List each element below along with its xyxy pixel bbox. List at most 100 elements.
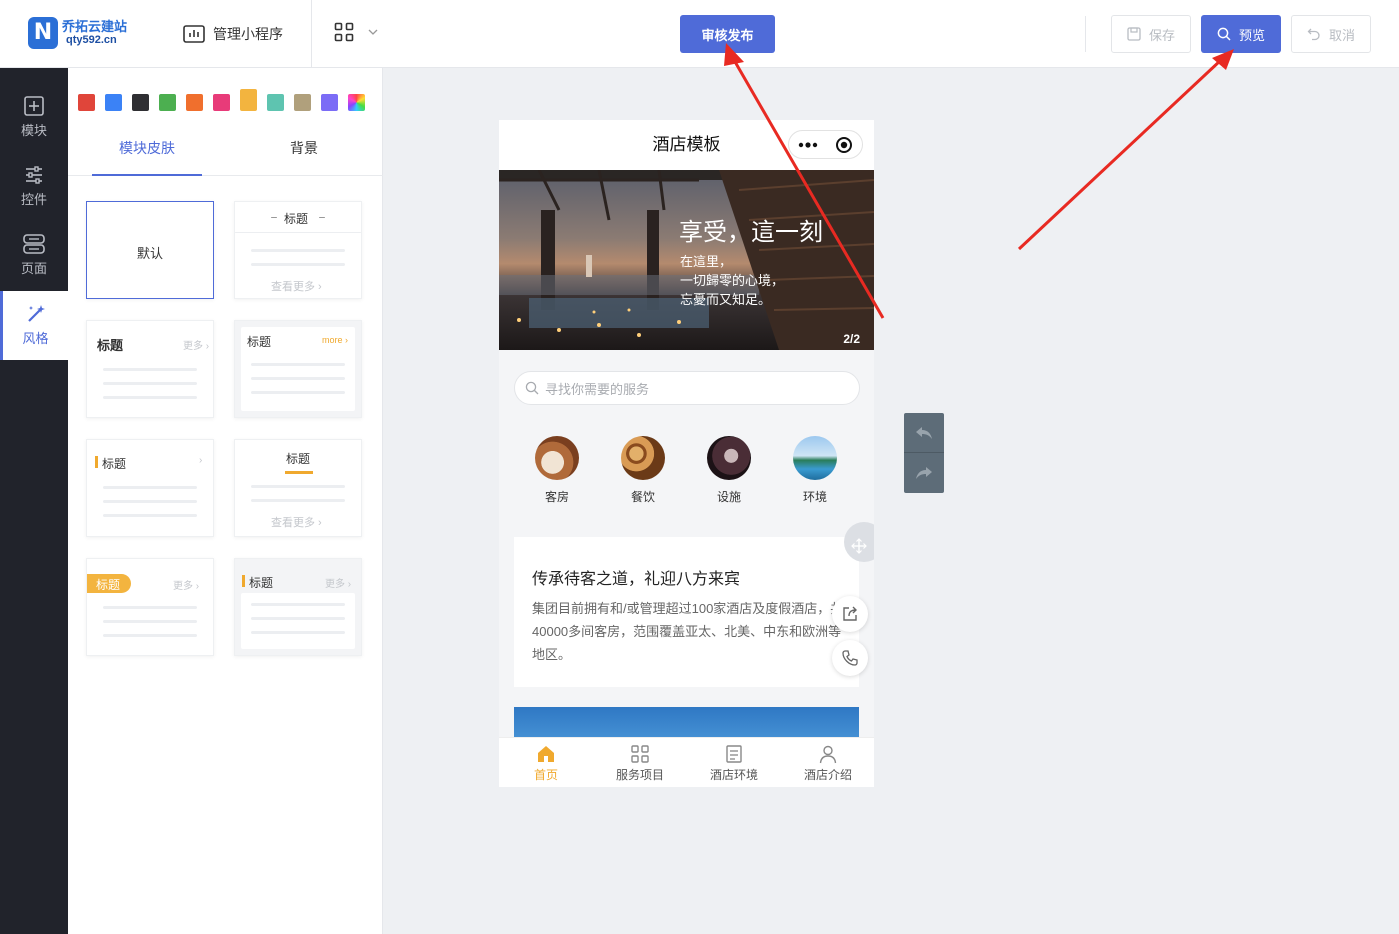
- skin-card-underline[interactable]: 标题 查看更多 ›: [234, 439, 362, 537]
- placeholder-line: [103, 368, 197, 371]
- arrow-to-preview: [1017, 49, 1234, 251]
- tab-background[interactable]: 背景: [249, 130, 359, 176]
- document-icon: [726, 745, 742, 763]
- swatch-black[interactable]: [132, 94, 149, 111]
- skin-more: 更多 ›: [183, 341, 210, 352]
- share-button[interactable]: [832, 596, 868, 632]
- swatch-custom-color[interactable]: [348, 94, 365, 111]
- swatch-purple[interactable]: [321, 94, 338, 111]
- swatch-pink[interactable]: [213, 94, 230, 111]
- skin-title: 标题: [97, 338, 124, 353]
- save-button[interactable]: 保存: [1111, 15, 1191, 53]
- skin-card-gray-header[interactable]: 标题 更多 ›: [234, 558, 362, 656]
- placeholder-line: [103, 606, 197, 609]
- tabbar-environment[interactable]: 酒店环境: [687, 744, 781, 783]
- close-target-icon: [836, 136, 853, 153]
- service-search-input[interactable]: 寻找你需要的服务: [514, 371, 860, 405]
- manage-miniprogram-button[interactable]: 管理小程序: [183, 22, 283, 46]
- submit-publish-button[interactable]: 审核发布: [680, 15, 775, 53]
- category-nav: 客房 餐饮 设施 环境: [499, 416, 874, 520]
- nav-label: 模块: [20, 123, 47, 138]
- facilities-image: [707, 436, 751, 480]
- banner-line: 在這里，: [680, 254, 733, 269]
- bar-chart-icon: [183, 25, 205, 43]
- grid-icon: [631, 745, 649, 763]
- placeholder-line: [251, 499, 345, 502]
- skin-title: 标题: [247, 335, 272, 349]
- save-label: 保存: [1148, 27, 1175, 43]
- category-rooms[interactable]: 客房: [527, 436, 587, 505]
- mini-program-capsule[interactable]: [788, 130, 863, 159]
- divider: [235, 232, 361, 233]
- nav-item-style[interactable]: 风格: [0, 291, 68, 360]
- undo-button[interactable]: [904, 413, 944, 453]
- color-swatches: [78, 89, 365, 116]
- nav-item-pages[interactable]: 页面: [0, 221, 68, 290]
- divider: [271, 217, 277, 218]
- tabbar-home[interactable]: 首页: [499, 744, 593, 783]
- tabbar-label: 服务项目: [615, 768, 664, 782]
- nav-label: 页面: [20, 261, 47, 276]
- mini-program-tabbar: 首页 服务项目 酒店环境 酒店介绍: [499, 737, 874, 787]
- skin-more: 更多 ›: [173, 581, 200, 592]
- preview-button[interactable]: 预览: [1201, 15, 1281, 53]
- swatch-khaki[interactable]: [294, 94, 311, 111]
- grid-icon: [334, 22, 354, 42]
- placeholder-line: [103, 620, 197, 623]
- tabbar-services[interactable]: 服务项目: [593, 744, 687, 783]
- undo-arrow-icon: [916, 426, 932, 439]
- search-placeholder: 寻找你需要的服务: [545, 381, 650, 397]
- swatch-yellow-selected[interactable]: [240, 89, 257, 111]
- swatch-blue[interactable]: [105, 94, 122, 111]
- left-nav: 模块 控件 页面 风格: [0, 68, 68, 934]
- swatch-orange[interactable]: [186, 94, 203, 111]
- skin-card-inset[interactable]: 标题 more ›: [234, 320, 362, 418]
- skin-card-bold-title[interactable]: 标题 更多 ›: [86, 320, 214, 418]
- redo-button[interactable]: [904, 453, 944, 493]
- accent-underline: [285, 471, 313, 474]
- skin-card-tag[interactable]: 标题 更多 ›: [86, 558, 214, 656]
- call-button[interactable]: [832, 640, 868, 676]
- search-icon: [525, 381, 539, 395]
- top-bar: N 乔拓云建站 qty592.cn 管理小程序 审核发布 保存 预览 取消: [0, 0, 1399, 68]
- category-label: 餐饮: [630, 490, 655, 504]
- accent-bar: [95, 456, 98, 468]
- intro-heading: 传承待客之道，礼迎八方来宾: [532, 571, 741, 588]
- skin-card-left-accent[interactable]: 标题 ›: [86, 439, 214, 537]
- swatch-teal[interactable]: [267, 94, 284, 111]
- tabbar-about[interactable]: 酒店介绍: [781, 744, 874, 783]
- category-facilities[interactable]: 设施: [699, 436, 759, 505]
- home-icon: [538, 746, 554, 762]
- brand-logo[interactable]: N 乔拓云建站 qty592.cn: [28, 14, 148, 54]
- share-icon: [843, 606, 857, 621]
- category-environment[interactable]: 环境: [785, 436, 845, 505]
- more-dots-icon: [798, 141, 817, 148]
- intro-body: 集团目前拥有和/或管理超过100家酒店及度假酒店，共40000多间客房，范围覆盖…: [532, 601, 844, 662]
- brand-title: 乔拓云建站: [62, 19, 128, 34]
- nav-item-modules[interactable]: 模块: [0, 83, 68, 152]
- banner-line: 一切歸零的心境，: [680, 273, 785, 288]
- accent-bar: [242, 575, 245, 587]
- apps-menu-button[interactable]: [334, 22, 378, 42]
- skin-more: 更多 ›: [325, 579, 352, 590]
- placeholder-line: [251, 603, 345, 606]
- cancel-button[interactable]: 取消: [1291, 15, 1371, 53]
- panel-tabs: 模块皮肤 背景: [68, 130, 383, 176]
- placeholder-line: [251, 249, 345, 252]
- skin-card-default[interactable]: 默认: [86, 201, 214, 299]
- hero-banner[interactable]: 享受，這一刻 在這里， 一切歸零的心境， 忘憂而又知足。 2/2: [499, 170, 874, 350]
- skin-see-more: 查看更多 ›: [271, 517, 322, 529]
- dining-image: [621, 436, 665, 480]
- chevron-down-icon: [368, 29, 378, 35]
- tabbar-label: 酒店介绍: [803, 768, 852, 782]
- swatch-red[interactable]: [78, 94, 95, 111]
- manage-label: 管理小程序: [213, 26, 283, 42]
- placeholder-line: [251, 617, 345, 620]
- nav-item-controls[interactable]: 控件: [0, 152, 68, 221]
- tab-module-skin[interactable]: 模块皮肤: [92, 130, 202, 176]
- sliders-icon: [26, 166, 42, 184]
- category-dining[interactable]: 餐饮: [613, 436, 673, 505]
- skin-card-centered-lines[interactable]: 标题 查看更多 ›: [234, 201, 362, 299]
- swatch-green[interactable]: [159, 94, 176, 111]
- intro-section[interactable]: 传承待客之道，礼迎八方来宾 集团目前拥有和/或管理超过100家酒店及度假酒店，共…: [514, 537, 859, 687]
